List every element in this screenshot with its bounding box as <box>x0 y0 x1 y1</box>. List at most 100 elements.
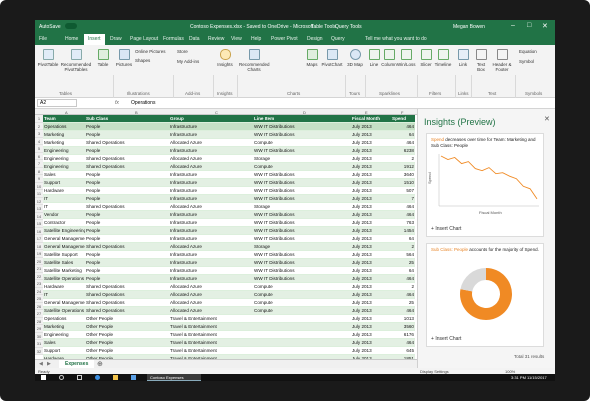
table-cell[interactable]: 464 <box>391 138 415 147</box>
table-cell[interactable]: People <box>85 258 169 267</box>
table-cell[interactable]: Hardware <box>43 282 85 291</box>
table-cell[interactable] <box>253 314 351 323</box>
table-cell[interactable]: WW IT Distributions <box>253 210 351 219</box>
table-cell[interactable]: Infrastructure <box>169 186 253 195</box>
table-cell[interactable]: WW IT Distributions <box>253 218 351 227</box>
tab-review[interactable]: Review <box>208 36 224 42</box>
3d-map-button[interactable]: 3D Map <box>347 49 363 67</box>
table-cell[interactable]: WW IT Distributions <box>253 234 351 243</box>
table-cell[interactable]: Travel & Entertainment <box>169 346 253 355</box>
table-cell[interactable]: People <box>85 210 169 219</box>
table-cell[interactable]: 464 <box>391 274 415 283</box>
table-cell[interactable] <box>253 330 351 339</box>
worksheet-grid[interactable]: A B C D E F 1 2 3 4 5 6 7 8 9 10 11 12 13 14 15 16 17 18 1… <box>35 109 417 359</box>
table-cell[interactable]: Marketing <box>43 138 85 147</box>
pivotchart-button[interactable]: PivotChart <box>321 49 343 67</box>
table-cell[interactable]: July 2013 <box>351 146 391 155</box>
table-cell[interactable]: Support <box>43 178 85 187</box>
table-cell[interactable]: Compute <box>253 138 351 147</box>
table-cell[interactable]: Shared Operations <box>85 242 169 251</box>
table-cell[interactable]: Shared Operations <box>85 306 169 315</box>
row-header[interactable]: 32 <box>35 347 43 355</box>
table-cell[interactable]: July 2013 <box>351 314 391 323</box>
table-cell[interactable]: July 2013 <box>351 282 391 291</box>
table-cell[interactable]: WW IT Distributions <box>253 130 351 139</box>
table-cell[interactable]: 763 <box>391 218 415 227</box>
table-cell[interactable]: July 2013 <box>351 138 391 147</box>
formula-input[interactable]: Operations <box>131 100 155 106</box>
link-button[interactable]: Link <box>457 49 469 67</box>
table-cell[interactable]: Other People <box>85 346 169 355</box>
row-header[interactable]: 3 <box>35 130 43 138</box>
symbol-button[interactable]: Symbol <box>519 59 549 64</box>
table-cell[interactable]: Compute <box>253 306 351 315</box>
header-cell[interactable]: Line Item <box>253 115 351 123</box>
table-cell[interactable]: People <box>85 170 169 179</box>
add-sheet-icon[interactable]: ⊕ <box>97 360 103 368</box>
tab-help[interactable]: Help <box>251 36 261 42</box>
row-header[interactable]: 31 <box>35 340 43 348</box>
header-cell[interactable]: Group <box>169 115 253 123</box>
table-cell[interactable]: Allocated Azure <box>169 154 253 163</box>
tab-home[interactable]: Home <box>65 36 78 42</box>
table-cell[interactable]: 1013 <box>391 314 415 323</box>
table-cell[interactable]: July 2013 <box>351 170 391 179</box>
user-name[interactable]: Megan Bowen <box>453 24 485 30</box>
table-cell[interactable]: Infrastructure <box>169 218 253 227</box>
row-header[interactable]: 13 <box>35 205 43 213</box>
table-cell[interactable]: July 2013 <box>351 250 391 259</box>
scroll-right-icon[interactable]: ▶ <box>47 361 51 367</box>
table-cell[interactable]: Infrastructure <box>169 146 253 155</box>
pictures-button[interactable]: Pictures <box>115 49 133 67</box>
header-footer-button[interactable]: Header & Footer <box>491 49 513 72</box>
row-header[interactable]: 23 <box>35 280 43 288</box>
table-cell[interactable]: 64 <box>391 234 415 243</box>
table-cell[interactable]: July 2013 <box>351 178 391 187</box>
row-header[interactable]: 28 <box>35 317 43 325</box>
table-cell[interactable]: 507 <box>391 186 415 195</box>
header-cell[interactable]: Team <box>43 115 85 123</box>
table-cell[interactable]: Engineering <box>43 154 85 163</box>
name-box[interactable]: A2 <box>37 99 77 107</box>
table-cell[interactable]: Shared Operations <box>85 138 169 147</box>
table-cell[interactable]: Hardware <box>43 186 85 195</box>
task-view-icon[interactable] <box>77 375 82 380</box>
row-header[interactable]: 27 <box>35 310 43 318</box>
table-cell[interactable]: Marketing <box>43 130 85 139</box>
recommended-pivottables-button[interactable]: Recommended PivotTables <box>59 49 93 72</box>
table-cell[interactable]: Shared Operations <box>85 202 169 211</box>
table-cell[interactable]: Storage <box>253 202 351 211</box>
row-header[interactable]: 18 <box>35 242 43 250</box>
my-addins-button[interactable]: My Add-ins <box>177 59 211 64</box>
table-cell[interactable]: Other People <box>85 330 169 339</box>
row-header[interactable]: 30 <box>35 332 43 340</box>
row-header[interactable]: 5 <box>35 145 43 153</box>
text-box-button[interactable]: Text Box <box>473 49 489 72</box>
table-cell[interactable]: WW IT Distributions <box>253 258 351 267</box>
row-header[interactable]: 16 <box>35 227 43 235</box>
table-cell[interactable]: 2 <box>391 242 415 251</box>
table-cell[interactable]: Satellite Engineering <box>43 226 85 235</box>
insert-chart-button[interactable]: + Insert Chart <box>431 336 461 342</box>
table-cell[interactable]: July 2013 <box>351 298 391 307</box>
table-cell[interactable]: Satellite Support <box>43 250 85 259</box>
tab-draw[interactable]: Draw <box>110 36 122 42</box>
table-cell[interactable]: Satellite Operations <box>43 306 85 315</box>
table-cell[interactable]: IT <box>43 202 85 211</box>
table-cell[interactable]: General Management <box>43 298 85 307</box>
table-cell[interactable]: July 2013 <box>351 122 391 131</box>
table-cell[interactable]: July 2013 <box>351 258 391 267</box>
table-cell[interactable] <box>253 346 351 355</box>
row-header[interactable]: 4 <box>35 137 43 145</box>
table-cell[interactable]: People <box>85 146 169 155</box>
table-cell[interactable]: Allocated Azure <box>169 282 253 291</box>
table-cell[interactable]: WW IT Distributions <box>253 194 351 203</box>
table-cell[interactable]: People <box>85 234 169 243</box>
table-cell[interactable]: Storage <box>253 242 351 251</box>
table-cell[interactable]: 64 <box>391 130 415 139</box>
tab-page-layout[interactable]: Page Layout <box>130 36 158 42</box>
table-cell[interactable]: Compute <box>253 282 351 291</box>
table-cell[interactable]: 1510 <box>391 178 415 187</box>
table-cell[interactable] <box>253 322 351 331</box>
sparkline-line-button[interactable]: Line <box>367 49 381 67</box>
